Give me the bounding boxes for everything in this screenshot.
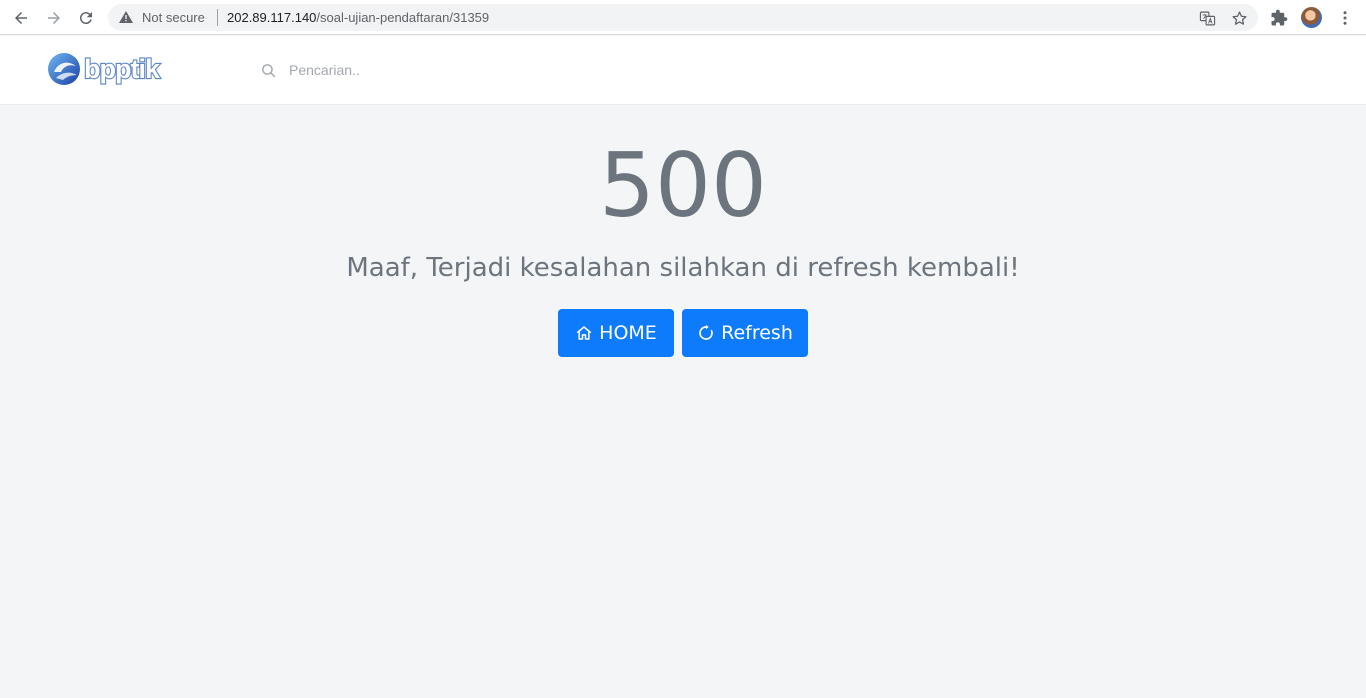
site-header: bpptik (0, 36, 1366, 105)
profile-avatar[interactable] (1301, 7, 1322, 28)
reload-icon (79, 12, 92, 25)
refresh-icon (699, 324, 713, 340)
security-status[interactable]: Not secure (142, 10, 205, 25)
url-text[interactable]: 202.89.117.140/soal-ujian-pendaftaran/31… (227, 10, 489, 25)
arrow-right-icon (48, 12, 60, 24)
logo-wordmark: bpptik (84, 54, 161, 84)
extensions-button[interactable] (1269, 8, 1289, 28)
puzzle-icon (1271, 9, 1288, 26)
refresh-button[interactable]: Refresh (682, 309, 808, 357)
arrow-left-icon (15, 12, 27, 24)
bookmark-button[interactable] (1230, 9, 1248, 27)
error-message: Maaf, Terjadi kesalahan silahkan di refr… (346, 253, 1020, 283)
search-input[interactable] (289, 58, 589, 82)
more-vertical-icon (1343, 11, 1347, 25)
refresh-button-label: Refresh (721, 322, 793, 344)
star-icon (1231, 10, 1247, 25)
error-code: 500 (599, 134, 767, 237)
translate-button[interactable] (1198, 9, 1216, 27)
bpptik-logo[interactable]: bpptik (46, 50, 186, 88)
back-button[interactable] (8, 5, 34, 31)
home-button[interactable]: HOME (558, 309, 674, 357)
warning-icon[interactable] (118, 9, 134, 25)
address-bar[interactable]: Not secure 202.89.117.140/soal-ujian-pen… (108, 4, 1258, 31)
url-host: 202.89.117.140 (227, 10, 317, 25)
search-icon (262, 64, 276, 78)
translate-icon (1199, 11, 1215, 25)
omnibox-divider (217, 9, 218, 26)
home-button-label: HOME (599, 322, 657, 344)
home-icon (576, 326, 592, 340)
browser-toolbar: Not secure 202.89.117.140/soal-ujian-pen… (0, 0, 1366, 35)
browser-menu-button[interactable] (1335, 8, 1355, 28)
reload-button[interactable] (73, 5, 99, 31)
forward-button[interactable] (41, 5, 67, 31)
url-path: /soal-ujian-pendaftaran/31359 (316, 10, 490, 25)
